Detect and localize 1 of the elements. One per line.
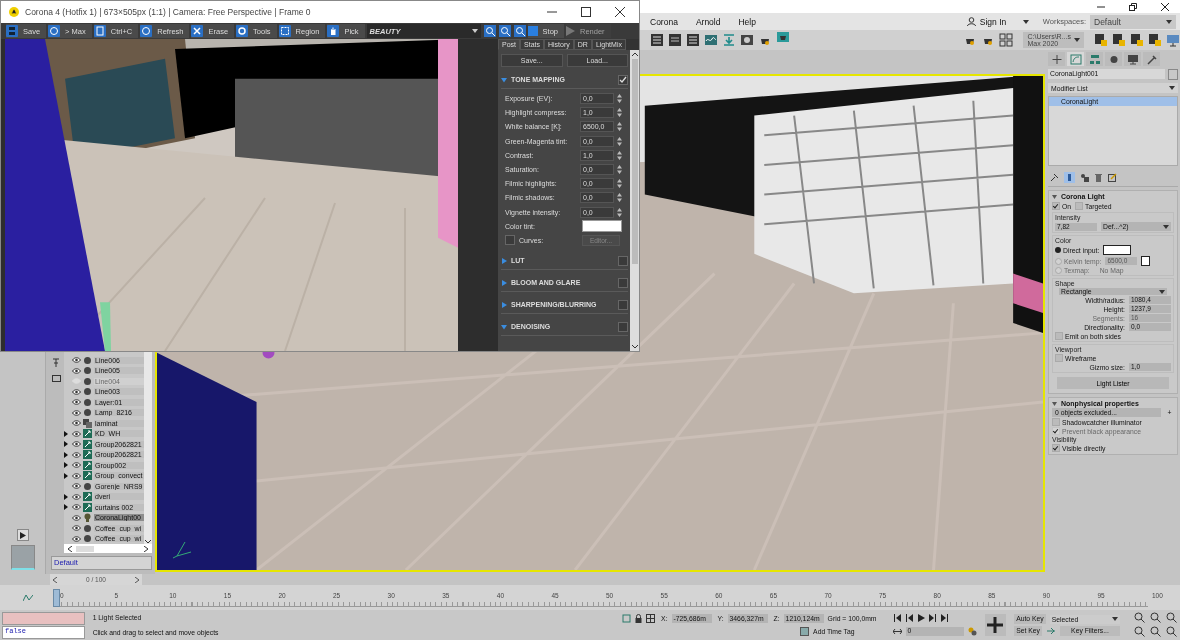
window-title: Corona 4 (Hotfix 1) | 673×505px (1:1) | Camera: Free Perspective | Frame 0 (25, 7, 311, 17)
